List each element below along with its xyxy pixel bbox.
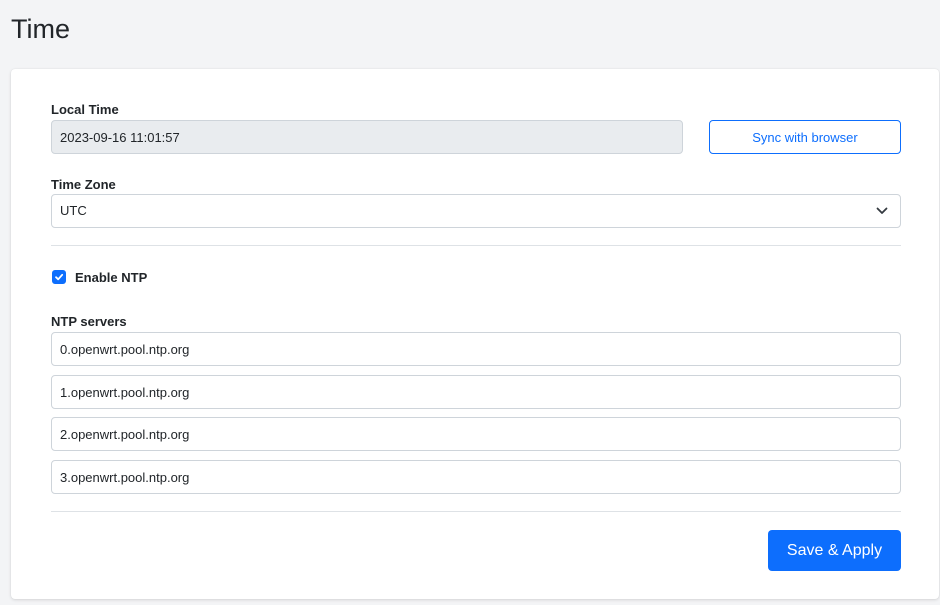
chevron-down-icon — [876, 207, 888, 214]
local-time-label: Local Time — [51, 102, 119, 117]
sync-with-browser-button[interactable]: Sync with browser — [709, 120, 901, 154]
enable-ntp-checkbox[interactable] — [52, 270, 66, 284]
enable-ntp-label[interactable]: Enable NTP — [75, 270, 147, 285]
checkmark-icon — [55, 273, 64, 281]
local-time-field[interactable] — [51, 120, 683, 154]
section-divider — [51, 245, 901, 246]
time-settings-card: Local Time Sync with browser Time Zone U… — [11, 69, 939, 599]
time-zone-select[interactable]: UTC — [51, 194, 901, 228]
time-zone-label: Time Zone — [51, 177, 116, 192]
page-title: Time — [11, 14, 70, 44]
save-apply-button[interactable]: Save & Apply — [768, 530, 901, 571]
ntp-servers-label: NTP servers — [51, 314, 127, 329]
ntp-server-field[interactable] — [51, 417, 901, 451]
footer-divider — [51, 511, 901, 512]
ntp-server-field[interactable] — [51, 460, 901, 494]
ntp-server-field[interactable] — [51, 332, 901, 366]
ntp-server-field[interactable] — [51, 375, 901, 409]
time-zone-selected-value: UTC — [60, 203, 87, 218]
